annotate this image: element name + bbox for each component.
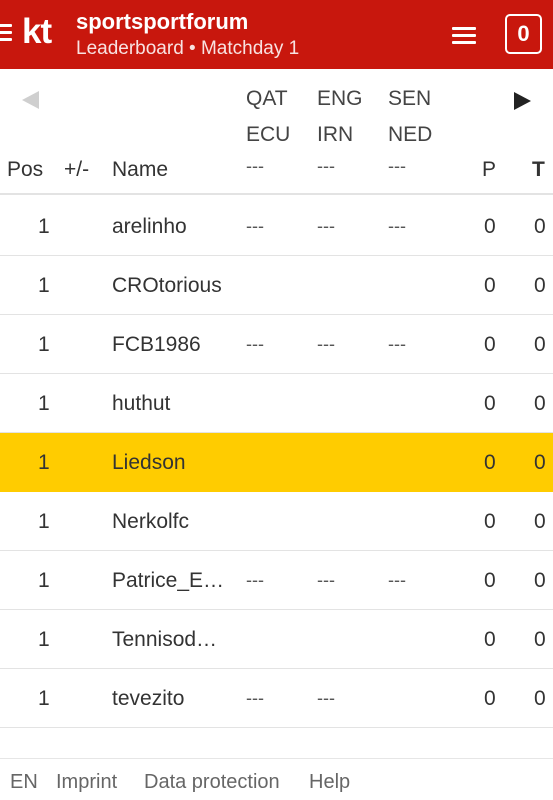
column-header-points: P (482, 158, 497, 181)
match-result: --- (317, 156, 335, 176)
match-result: --- (388, 156, 406, 176)
row-points: 0 (484, 451, 496, 474)
table-row[interactable]: 1 huthut 0 0 (0, 374, 553, 433)
table-row[interactable]: 1 Patrice_E… --- --- --- 0 0 (0, 551, 553, 610)
table-row[interactable]: 1 Nerkolfc 0 0 (0, 492, 553, 551)
row-points: 0 (484, 628, 496, 651)
row-total: 0 (534, 569, 546, 592)
app-header: kt sportsportforum Leaderboard • Matchda… (0, 0, 553, 69)
table-row[interactable]: 1 CROtorious 0 0 (0, 256, 553, 315)
footer-link-language[interactable]: EN (10, 770, 38, 794)
logo[interactable]: kt (22, 10, 52, 54)
row-position: 1 (38, 510, 50, 533)
row-total: 0 (534, 274, 546, 297)
match-column[interactable]: ENG IRN --- (317, 81, 377, 175)
hamburger-icon[interactable] (0, 22, 14, 42)
row-points: 0 (484, 687, 496, 710)
row-position: 1 (38, 333, 50, 356)
match-column[interactable]: QAT ECU --- (246, 81, 306, 175)
match-away-team: IRN (317, 123, 354, 146)
row-total: 0 (534, 392, 546, 415)
row-prediction: --- (246, 570, 264, 590)
footer-link-data-protection[interactable]: Data protection (144, 770, 280, 794)
table-row[interactable]: 1 arelinho --- --- --- 0 0 (0, 197, 553, 256)
row-username[interactable]: tevezito (112, 669, 184, 728)
row-total: 0 (534, 215, 546, 238)
match-away-team: ECU (246, 123, 291, 146)
row-total: 0 (534, 510, 546, 533)
menu-button[interactable] (448, 22, 478, 48)
row-points: 0 (484, 569, 496, 592)
arrow-left-icon[interactable] (22, 91, 39, 109)
row-total: 0 (534, 333, 546, 356)
row-points: 0 (484, 510, 496, 533)
notification-counter[interactable]: 0 (505, 14, 542, 54)
footer-link-imprint[interactable]: Imprint (56, 770, 117, 794)
row-position: 1 (38, 628, 50, 651)
row-prediction: --- (317, 688, 335, 708)
table-row[interactable]: 1 FCB1986 --- --- --- 0 0 (0, 315, 553, 374)
table-row-current-user[interactable]: 1 Liedson 0 0 (0, 433, 553, 492)
footer-link-help[interactable]: Help (309, 770, 350, 794)
row-username[interactable]: Liedson (112, 433, 186, 492)
row-prediction: --- (246, 334, 264, 354)
row-position: 1 (38, 392, 50, 415)
match-home-team: ENG (317, 87, 363, 110)
match-result: --- (246, 156, 264, 176)
row-prediction: --- (388, 334, 406, 354)
row-prediction: --- (388, 570, 406, 590)
row-position: 1 (38, 687, 50, 710)
hamburger-icon (452, 27, 476, 30)
row-prediction: --- (317, 570, 335, 590)
row-position: 1 (38, 451, 50, 474)
table-row[interactable]: 1 Tennisod… 0 0 (0, 610, 553, 669)
row-username[interactable]: Nerkolfc (112, 492, 189, 551)
row-prediction: --- (317, 334, 335, 354)
footer: EN Imprint Data protection Help (0, 758, 553, 800)
match-away-team: NED (388, 123, 433, 146)
row-position: 1 (38, 274, 50, 297)
row-prediction: --- (388, 216, 406, 236)
leaderboard-header: QAT ECU --- ENG IRN --- SEN NED --- Pos … (0, 69, 553, 195)
column-header-name: Name (112, 158, 169, 181)
row-username[interactable]: huthut (112, 374, 170, 433)
row-username[interactable]: Tennisod… (112, 610, 217, 669)
row-points: 0 (484, 333, 496, 356)
table-row[interactable]: 1 tevezito --- --- 0 0 (0, 669, 553, 728)
row-total: 0 (534, 687, 546, 710)
row-username[interactable]: CROtorious (112, 256, 222, 315)
row-username[interactable]: arelinho (112, 197, 187, 256)
column-header-change: +/- (64, 158, 90, 181)
match-column[interactable]: SEN NED --- (388, 81, 448, 175)
column-header-total: T (532, 158, 545, 181)
row-points: 0 (484, 392, 496, 415)
row-total: 0 (534, 628, 546, 651)
row-prediction: --- (246, 216, 264, 236)
row-total: 0 (534, 451, 546, 474)
row-position: 1 (38, 569, 50, 592)
row-prediction: --- (317, 216, 335, 236)
row-prediction: --- (246, 688, 264, 708)
match-home-team: SEN (388, 87, 432, 110)
app-title: sportsportforum (76, 9, 249, 34)
row-position: 1 (38, 215, 50, 238)
column-header-pos: Pos (7, 158, 44, 181)
row-username[interactable]: Patrice_E… (112, 551, 224, 610)
match-home-team: QAT (246, 87, 288, 110)
row-points: 0 (484, 274, 496, 297)
row-points: 0 (484, 215, 496, 238)
arrow-right-icon[interactable] (514, 92, 531, 110)
page-subtitle: Leaderboard • Matchday 1 (76, 38, 300, 59)
row-username[interactable]: FCB1986 (112, 315, 201, 374)
